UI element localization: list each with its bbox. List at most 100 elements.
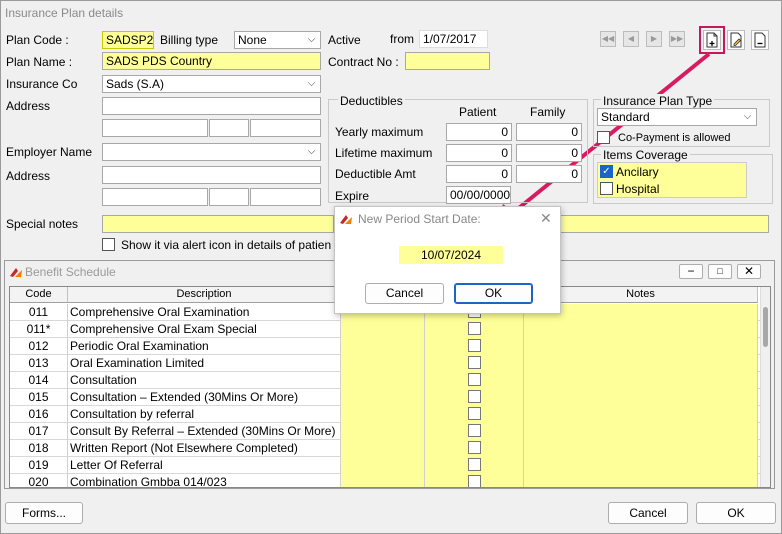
amount-cell[interactable] xyxy=(341,389,425,406)
billing-type-label: Billing type xyxy=(160,33,219,47)
row-checkbox[interactable] xyxy=(468,441,481,454)
amount-cell[interactable] xyxy=(341,457,425,474)
employer-suburb-field[interactable] xyxy=(102,188,208,206)
code-cell: 016 xyxy=(10,406,68,423)
dialog-close-icon[interactable]: ✕ xyxy=(540,210,552,227)
table-row[interactable]: 019 Letter Of Referral xyxy=(10,457,770,474)
description-cell: Comprehensive Oral Examination xyxy=(68,304,341,321)
table-row[interactable]: 017 Consult By Referral – Extended (30Mi… xyxy=(10,423,770,440)
amount-cell[interactable] xyxy=(341,474,425,487)
row-checkbox[interactable] xyxy=(468,339,481,352)
row-checkbox[interactable] xyxy=(468,424,481,437)
row-checkbox[interactable] xyxy=(468,458,481,471)
amount-cell[interactable] xyxy=(341,406,425,423)
expire-date-field[interactable]: 00/00/0000 xyxy=(446,186,511,204)
notes-cell[interactable] xyxy=(524,474,758,487)
billing-type-select[interactable]: None ⌵ xyxy=(234,31,321,49)
deductible-patient-field[interactable]: 0 xyxy=(446,165,512,183)
close-button[interactable]: ✕ xyxy=(737,264,761,279)
alert-icon-checkbox[interactable] xyxy=(102,238,115,251)
plan-code-field[interactable]: SADSP2 xyxy=(102,31,154,49)
amount-cell[interactable] xyxy=(341,440,425,457)
next-record-button[interactable]: ▶ xyxy=(646,31,662,47)
notes-cell[interactable] xyxy=(524,355,758,372)
copay-checkbox[interactable] xyxy=(597,131,610,144)
amount-cell[interactable] xyxy=(341,423,425,440)
restore-button[interactable]: □ xyxy=(708,264,732,279)
dialog-ok-button[interactable]: OK xyxy=(454,283,533,304)
minimize-button[interactable]: − xyxy=(679,264,703,279)
hospital-checkbox[interactable] xyxy=(600,182,613,195)
ancilary-checkbox[interactable]: ✓ xyxy=(600,165,613,178)
table-row[interactable]: 014 Consultation xyxy=(10,372,770,389)
new-period-date-field[interactable]: 10/07/2024 xyxy=(399,246,503,264)
address-postcode-field[interactable] xyxy=(250,119,321,137)
notes-cell[interactable] xyxy=(524,372,758,389)
deductible-patient-field[interactable]: 0 xyxy=(446,123,512,141)
deductible-family-field[interactable]: 0 xyxy=(516,165,582,183)
scrollbar-thumb[interactable] xyxy=(763,307,768,347)
last-record-button[interactable]: ▶▶ xyxy=(669,31,685,47)
delete-document-button[interactable] xyxy=(751,30,769,50)
dialog-cancel-button[interactable]: Cancel xyxy=(365,283,444,304)
amount-cell[interactable] xyxy=(341,321,425,338)
contract-no-field[interactable] xyxy=(405,52,490,70)
notes-cell[interactable] xyxy=(524,338,758,355)
table-row[interactable]: 020 Combination Gmbba 014/023 xyxy=(10,474,770,487)
special-notes-field[interactable] xyxy=(102,215,334,233)
deductible-family-field[interactable]: 0 xyxy=(516,144,582,162)
row-checkbox[interactable] xyxy=(468,407,481,420)
table-row[interactable]: 013 Oral Examination Limited xyxy=(10,355,770,372)
notes-cell[interactable] xyxy=(524,321,758,338)
forms-button[interactable]: Forms... xyxy=(5,502,83,524)
row-checkbox[interactable] xyxy=(468,390,481,403)
remove-document-icon xyxy=(754,32,766,48)
address-state-field[interactable] xyxy=(209,119,249,137)
description-cell: Combination Gmbba 014/023 xyxy=(68,474,341,487)
insurance-co-select[interactable]: Sads (S.A) ⌵ xyxy=(102,75,321,93)
plan-name-field[interactable]: SADS PDS Country xyxy=(102,52,321,70)
cancel-button[interactable]: Cancel xyxy=(608,502,688,524)
notes-cell[interactable] xyxy=(524,423,758,440)
employer-address-line-1[interactable] xyxy=(102,166,321,184)
notes-cell[interactable] xyxy=(524,457,758,474)
deductible-patient-field[interactable]: 0 xyxy=(446,144,512,162)
ok-button[interactable]: OK xyxy=(696,502,776,524)
employer-postcode-field[interactable] xyxy=(250,188,321,206)
row-checkbox[interactable] xyxy=(468,475,481,487)
table-row[interactable]: 015 Consultation – Extended (30Mins Or M… xyxy=(10,389,770,406)
table-row[interactable]: 018 Written Report (Not Elsewhere Comple… xyxy=(10,440,770,457)
deductibles-family-header: Family xyxy=(530,105,566,119)
row-checkbox[interactable] xyxy=(468,373,481,386)
plan-type-select[interactable]: Standard ⌵ xyxy=(597,108,757,126)
table-scrollbar[interactable] xyxy=(760,287,770,487)
address-suburb-field[interactable] xyxy=(102,119,208,137)
notes-cell[interactable] xyxy=(524,440,758,457)
address-line-1[interactable] xyxy=(102,97,321,115)
first-record-button[interactable]: ◀◀ xyxy=(600,31,616,47)
from-date-field[interactable]: 1/07/2017 xyxy=(419,30,488,48)
code-cell: 015 xyxy=(10,389,68,406)
amount-cell[interactable] xyxy=(341,338,425,355)
row-checkbox[interactable] xyxy=(468,356,481,369)
code-cell: 013 xyxy=(10,355,68,372)
deductible-family-field[interactable]: 0 xyxy=(516,123,582,141)
table-row[interactable]: 012 Periodic Oral Examination xyxy=(10,338,770,355)
checkbox-cell xyxy=(425,321,524,338)
table-row[interactable]: 011* Comprehensive Oral Exam Special xyxy=(10,321,770,338)
row-checkbox[interactable] xyxy=(468,322,481,335)
contract-no-label: Contract No : xyxy=(328,55,399,69)
deductibles-patient-header: Patient xyxy=(459,105,497,119)
special-notes-field-right[interactable] xyxy=(561,215,769,233)
amount-cell[interactable] xyxy=(341,355,425,372)
hospital-label: Hospital xyxy=(616,182,660,196)
previous-record-button[interactable]: ◀ xyxy=(623,31,639,47)
notes-cell[interactable] xyxy=(524,389,758,406)
employer-state-field[interactable] xyxy=(209,188,249,206)
edit-document-icon xyxy=(730,32,742,48)
edit-document-button[interactable] xyxy=(727,30,745,50)
amount-cell[interactable] xyxy=(341,372,425,389)
table-row[interactable]: 016 Consultation by referral xyxy=(10,406,770,423)
notes-cell[interactable] xyxy=(524,406,758,423)
employer-name-select[interactable]: ⌵ xyxy=(102,143,321,161)
